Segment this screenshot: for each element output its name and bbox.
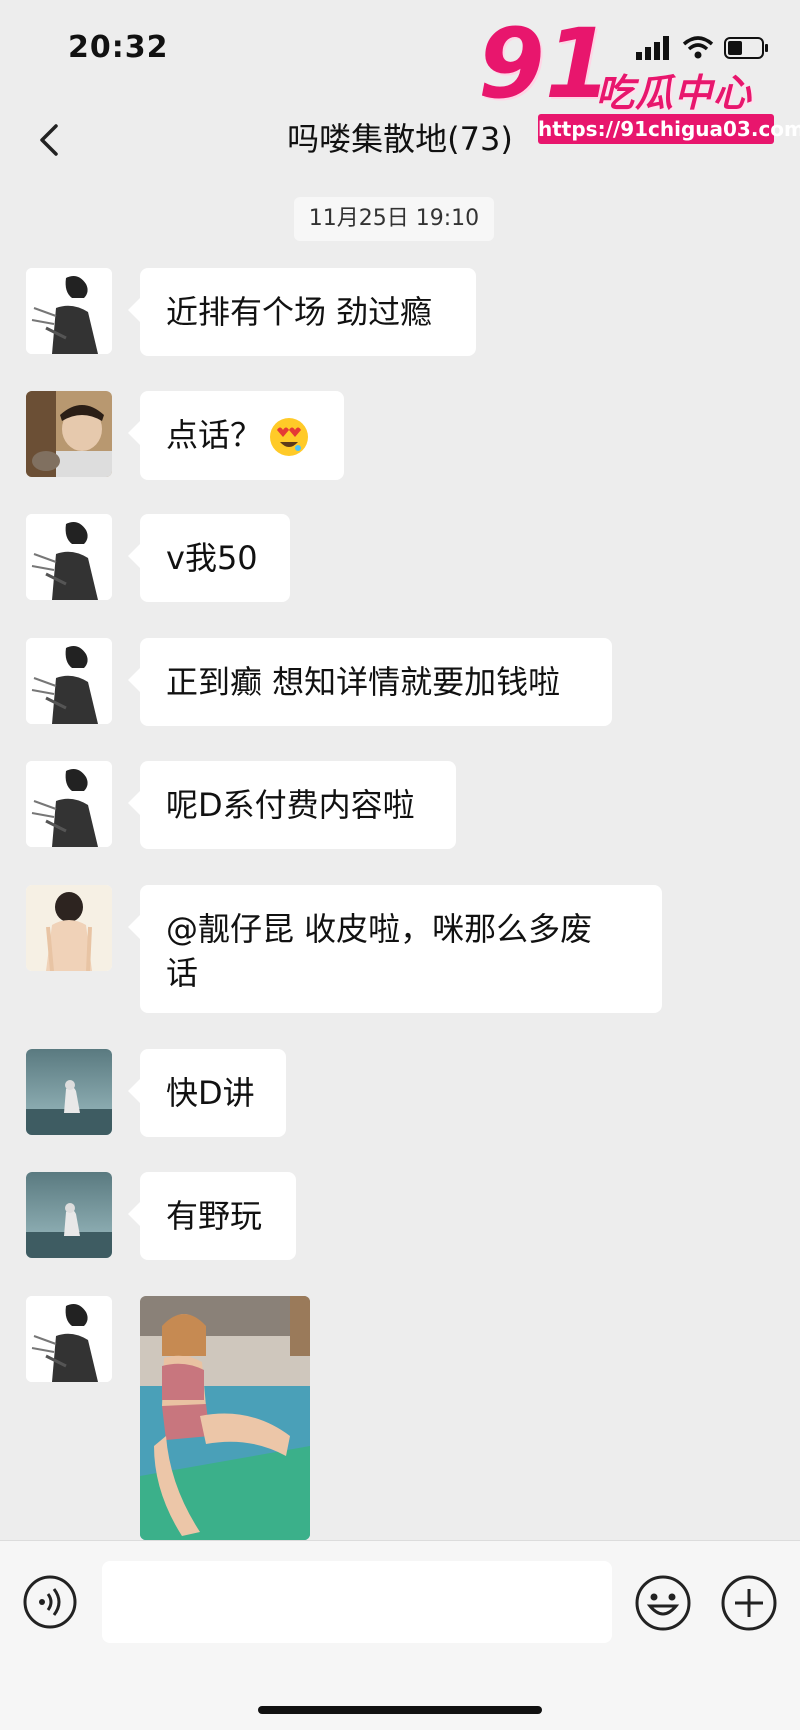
voice-input-button[interactable]: [22, 1574, 78, 1630]
voice-icon: [23, 1575, 77, 1629]
avatar[interactable]: [26, 268, 112, 354]
manga-sketch-avatar: [26, 1296, 112, 1382]
seaside-figure-avatar: [26, 1049, 112, 1135]
photo-avatar-person: [26, 391, 112, 477]
status-time: 20:32: [68, 30, 169, 65]
message-text: v我50: [166, 539, 258, 577]
avatar[interactable]: [26, 391, 112, 477]
manga-sketch-avatar: [26, 514, 112, 600]
manga-sketch-avatar: [26, 268, 112, 354]
avatar[interactable]: [26, 1049, 112, 1135]
message-bubble[interactable]: @靓仔昆 收皮啦，咪那么多废 话: [128, 885, 662, 1013]
message-text: 有野玩: [166, 1197, 263, 1235]
smiley-icon: [635, 1575, 691, 1631]
image-message[interactable]: [140, 1296, 310, 1540]
home-indicator[interactable]: [258, 1706, 542, 1714]
message-bubble[interactable]: 呢D系付费内容啦: [128, 761, 456, 849]
heart-eyes-emoji-icon: [270, 418, 309, 456]
shared-photo-thumbnail: [140, 1296, 310, 1540]
message-text: 快D讲: [166, 1074, 255, 1112]
illustration-avatar-back: [26, 885, 112, 971]
avatar[interactable]: [26, 1172, 112, 1258]
message-bubble[interactable]: v我50: [128, 514, 290, 602]
chevron-left-icon: [40, 124, 58, 156]
message-bubble[interactable]: 近排有个场 劲过瘾: [128, 268, 476, 356]
message-bubble[interactable]: 快D讲: [128, 1049, 286, 1137]
date-separator: 11月25日 19:10: [294, 197, 494, 241]
message-input[interactable]: [102, 1561, 612, 1643]
more-options-button[interactable]: [720, 1574, 778, 1632]
avatar[interactable]: [26, 885, 112, 971]
avatar[interactable]: [26, 761, 112, 847]
manga-sketch-avatar: [26, 638, 112, 724]
back-button[interactable]: [30, 118, 70, 162]
message-text: 呢D系付费内容啦: [166, 786, 415, 824]
seaside-figure-avatar: [26, 1172, 112, 1258]
message-text: 正到癫 想知详情就要加钱啦: [166, 663, 561, 701]
message-text-line: 话: [166, 954, 199, 992]
manga-sketch-avatar: [26, 761, 112, 847]
input-bar: [0, 1540, 800, 1730]
group-title: 吗喽集散地(73): [287, 120, 513, 158]
message-bubble[interactable]: 正到癫 想知详情就要加钱啦: [128, 638, 612, 726]
message-bubble[interactable]: 点话？: [128, 391, 344, 480]
message-text-line: @靓仔昆 收皮啦，咪那么多废: [166, 910, 593, 948]
avatar[interactable]: [26, 638, 112, 724]
emoji-button[interactable]: [634, 1574, 692, 1632]
avatar[interactable]: [26, 514, 112, 600]
chat-header: 吗喽集散地(73): [0, 100, 800, 180]
plus-icon: [721, 1575, 777, 1631]
watermark-number: 91: [478, 8, 612, 120]
message-text: 近排有个场 劲过瘾: [166, 293, 433, 331]
avatar[interactable]: [26, 1296, 112, 1382]
message-bubble[interactable]: 有野玩: [128, 1172, 296, 1260]
message-text: 点话？: [166, 416, 263, 454]
